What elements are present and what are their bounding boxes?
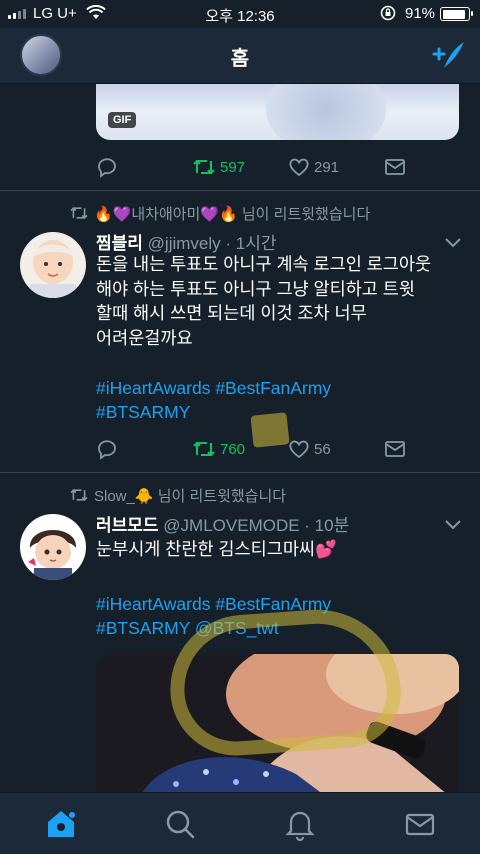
retweet-button[interactable]: 760 xyxy=(192,438,245,460)
tweet-header: 러브모드 @JMLOVEMODE · 10분 xyxy=(96,511,349,536)
gif-media[interactable]: GIF xyxy=(96,84,459,140)
like-button[interactable]: 291 xyxy=(288,156,339,178)
avatar-image xyxy=(20,232,86,298)
battery-percent: 91% xyxy=(405,5,436,22)
retweeted-by-text: 🔥💜내차애아미💜🔥 님이 리트윗했습니다 xyxy=(94,205,371,223)
heart-icon xyxy=(289,158,309,177)
like-button[interactable]: 56 xyxy=(288,438,331,460)
gif-content xyxy=(266,84,386,140)
retweet-icon xyxy=(193,441,215,457)
dm-share-button[interactable] xyxy=(384,156,406,178)
compose-tweet-icon[interactable] xyxy=(426,38,466,72)
avatar-image xyxy=(20,514,86,580)
like-count: 291 xyxy=(314,158,340,176)
highlight-mark xyxy=(250,412,290,448)
search-icon[interactable] xyxy=(163,807,197,841)
tweet-divider xyxy=(0,190,480,191)
retweet-count: 597 xyxy=(220,158,246,176)
reply-icon xyxy=(98,158,116,178)
handle-and-time: @JMLOVEMODE · 10분 xyxy=(163,516,350,535)
handle-and-time: @jjimvely · 1시간 xyxy=(147,234,277,253)
battery-icon xyxy=(440,7,473,21)
timeline-feed[interactable]: GIF 597 291 🔥💜내차애아미💜🔥 님이 리트윗했습니다 찜블리 @jj… xyxy=(0,84,480,792)
retweet-icon xyxy=(193,159,215,175)
highlight-scribble xyxy=(165,604,405,760)
display-name[interactable]: 러브모드 xyxy=(96,516,159,535)
envelope-icon xyxy=(385,441,405,457)
status-bar: LG U+ 오후 12:36 91% xyxy=(0,0,480,28)
chevron-down-icon[interactable] xyxy=(444,519,462,531)
retweet-context-icon xyxy=(70,489,88,501)
chevron-down-icon[interactable] xyxy=(444,237,462,249)
gif-badge: GIF xyxy=(108,112,137,128)
retweet-context[interactable]: 🔥💜내차애아미💜🔥 님이 리트윗했습니다 xyxy=(68,202,370,224)
tweet-avatar[interactable] xyxy=(20,232,86,298)
tweet-actions: 597 291 xyxy=(96,156,416,180)
heart-icon xyxy=(289,440,309,459)
reply-icon xyxy=(98,440,116,460)
top-nav-bar: 홈 xyxy=(0,28,480,84)
tweet-divider xyxy=(0,472,480,473)
home-icon[interactable] xyxy=(44,807,78,841)
hashtags-line[interactable]: #iHeartAwards #BestFanArmy xyxy=(96,376,466,401)
reply-button[interactable] xyxy=(96,156,118,178)
retweet-context[interactable]: Slow_🐥 님이 리트윗했습니다 xyxy=(68,484,286,506)
retweet-count: 760 xyxy=(220,440,246,458)
tweet-avatar[interactable] xyxy=(20,514,86,580)
retweeted-by-text: Slow_🐥 님이 리트윗했습니다 xyxy=(94,487,287,505)
dm-share-button[interactable] xyxy=(384,438,406,460)
retweet-button[interactable]: 597 xyxy=(192,156,245,178)
like-count: 56 xyxy=(314,440,331,458)
rotation-lock-icon xyxy=(380,5,396,21)
tweet-header: 찜블리 @jjimvely · 1시간 xyxy=(96,229,276,254)
notifications-icon[interactable] xyxy=(283,807,317,841)
bottom-tab-bar xyxy=(0,792,480,854)
tweet-text: 눈부시게 찬란한 김스티그마씨💕 xyxy=(96,539,337,559)
page-title: 홈 xyxy=(230,48,250,70)
retweet-context-icon xyxy=(70,207,88,219)
messages-icon[interactable] xyxy=(403,807,437,841)
reply-button[interactable] xyxy=(96,438,118,460)
tweet-text: 돈을 내는 투표도 아니구 계속 로그인 로그아웃 해야 하는 투표도 아니구 … xyxy=(96,254,432,348)
envelope-icon xyxy=(385,159,405,175)
display-name[interactable]: 찜블리 xyxy=(96,234,143,253)
